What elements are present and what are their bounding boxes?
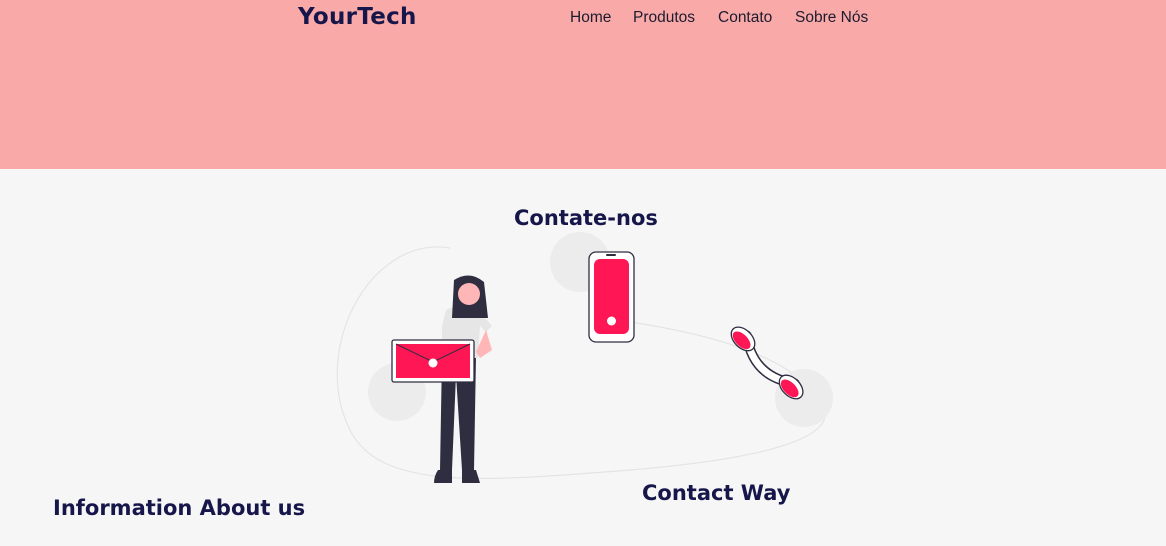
- nav-link-sobre-nos[interactable]: Sobre Nós: [795, 9, 868, 27]
- nav-link-contato[interactable]: Contato: [718, 9, 772, 27]
- envelope-icon: [391, 339, 475, 383]
- site-logo[interactable]: YourTech: [298, 4, 417, 30]
- nav-link-home[interactable]: Home: [570, 9, 611, 27]
- site-header: YourTech Home Produtos Contato Sobre Nós: [0, 0, 1166, 169]
- contact-illustration: [336, 232, 833, 483]
- info-about-us-title: Information About us: [53, 496, 306, 520]
- telephone-receiver-icon: [730, 326, 804, 400]
- contact-way-title: Contact Way: [642, 481, 791, 505]
- contact-section-title: Contate-nos: [514, 206, 658, 230]
- nav-link-produtos[interactable]: Produtos: [633, 9, 695, 27]
- smartphone-icon: [588, 251, 635, 343]
